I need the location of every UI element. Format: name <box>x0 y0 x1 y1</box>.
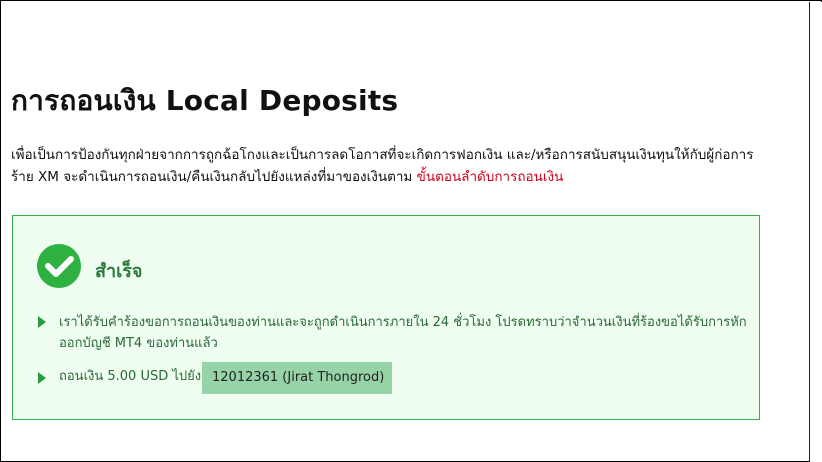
scrollbar[interactable] <box>809 2 822 462</box>
intro-paragraph: เพื่อเป็นการป้องกันทุกฝ่ายจากการถูกฉ้อโก… <box>11 144 771 188</box>
triangle-right-icon <box>38 316 46 328</box>
page-frame: การถอนเงิน Local Deposits เพื่อเป็นการป้… <box>0 0 822 462</box>
withdrawal-amount-text: ถอนเงิน 5.00 USD ไปยัง <box>59 369 202 384</box>
check-circle-icon <box>37 244 81 288</box>
page-title: การถอนเงิน Local Deposits <box>11 84 399 117</box>
success-message: เราได้รับคำร้องขอการถอนเงินของท่านและจะถ… <box>59 315 747 351</box>
account-badge: 12012361 (Jirat Thongrod) <box>202 362 392 394</box>
triangle-right-icon <box>38 372 46 384</box>
success-panel: สำเร็จ เราได้รับคำร้องขอการถอนเงินของท่า… <box>12 215 760 420</box>
intro-text: เพื่อเป็นการป้องกันทุกฝ่ายจากการถูกฉ้อโก… <box>11 147 754 185</box>
success-title: สำเร็จ <box>95 261 143 282</box>
withdrawal-order-link[interactable]: ขั้นตอนลำดับการถอนเงิน <box>417 169 564 185</box>
